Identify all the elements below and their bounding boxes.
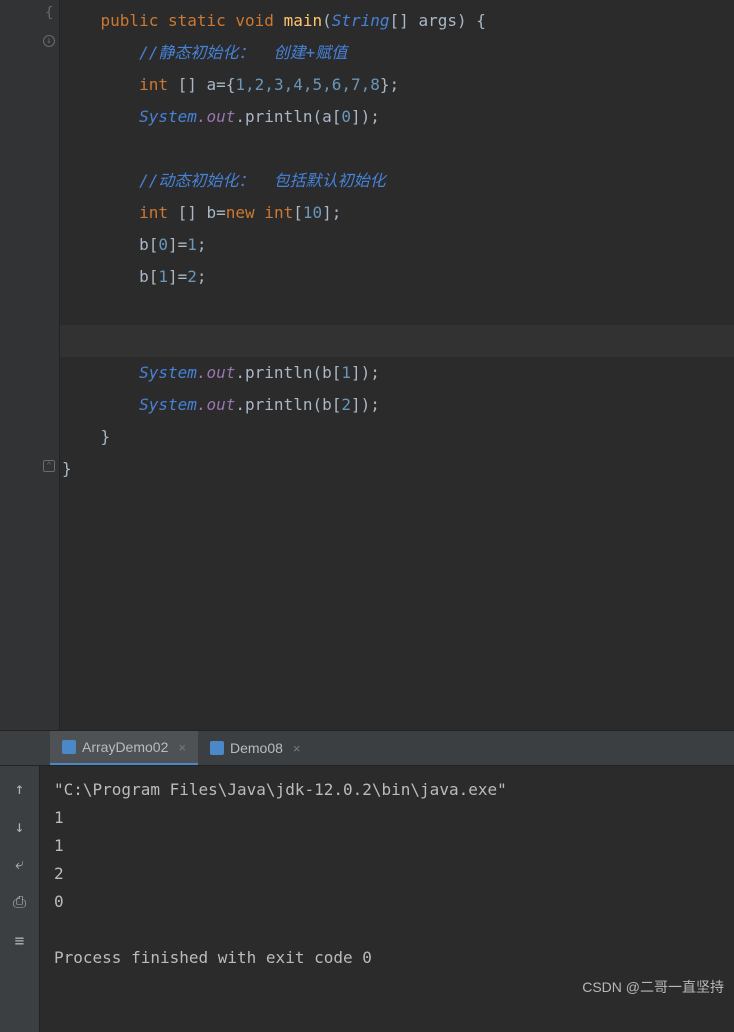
text: .println(b[: [235, 395, 341, 414]
override-icon[interactable]: ↓: [43, 35, 55, 47]
field: .out: [197, 107, 236, 126]
text: ]);: [351, 395, 380, 414]
tab-demo08[interactable]: Demo08 ×: [198, 731, 313, 765]
output-line: 2: [54, 864, 64, 883]
keyword: int: [139, 203, 168, 222]
class-ref: System: [139, 107, 197, 126]
number: 0: [158, 235, 168, 254]
current-line-highlight: [60, 325, 734, 357]
class-ref: System: [139, 395, 197, 414]
class-ref: System: [139, 363, 197, 382]
text: ];: [322, 203, 341, 222]
text: .println(a[: [235, 107, 341, 126]
number: 0: [341, 107, 351, 126]
text: b[: [139, 235, 158, 254]
scroll-up-icon[interactable]: ↑: [8, 776, 32, 800]
fold-open-icon: {: [45, 5, 53, 21]
field: .out: [197, 363, 236, 382]
keyword: int: [139, 75, 168, 94]
number: 2: [341, 395, 351, 414]
field: .out: [197, 395, 236, 414]
text: ]=: [168, 267, 187, 286]
close-icon[interactable]: ×: [178, 740, 186, 755]
number: 10: [303, 203, 322, 222]
text: };: [380, 75, 399, 94]
number: 1: [187, 235, 197, 254]
tab-label: Demo08: [230, 740, 283, 756]
number: 1: [341, 363, 351, 382]
output-line: Process finished with exit code 0: [54, 948, 372, 967]
keyword: int: [255, 203, 294, 222]
text: ]=: [168, 235, 187, 254]
tab-arraydemo02[interactable]: ArrayDemo02 ×: [50, 731, 198, 765]
run-tabs-bar: ArrayDemo02 × Demo08 ×: [0, 730, 734, 766]
code-content[interactable]: public static void main(String[] args) {…: [62, 5, 734, 485]
type: String: [332, 11, 390, 30]
scroll-down-icon[interactable]: ↓: [8, 814, 32, 838]
console-toolbar: ↑ ↓ ⤶ ⎙ ≡: [0, 766, 40, 1032]
output-line: 0: [54, 892, 64, 911]
comment: //静态初始化： 创建+赋值: [139, 43, 347, 62]
code-editor[interactable]: { ↓ ⌃ public static void main(String[] a…: [0, 0, 734, 730]
text: [] a={: [168, 75, 235, 94]
text: [: [293, 203, 303, 222]
text: .println(b[: [235, 363, 341, 382]
output-line: "C:\Program Files\Java\jdk-12.0.2\bin\ja…: [54, 780, 507, 799]
keyword: void: [235, 11, 274, 30]
keyword: new: [226, 203, 255, 222]
keyword: static: [168, 11, 226, 30]
text: [] b=: [168, 203, 226, 222]
close-icon[interactable]: ×: [293, 741, 301, 756]
brace: }: [62, 459, 72, 478]
tab-label: ArrayDemo02: [82, 739, 168, 755]
keyword: public: [101, 11, 159, 30]
watermark: CSDN @二哥一直坚持: [582, 977, 724, 997]
comment: //动态初始化： 包括默认初始化: [139, 171, 386, 190]
text: ;: [197, 267, 207, 286]
number: 1: [158, 267, 168, 286]
text: b[: [139, 267, 158, 286]
text: ]);: [351, 107, 380, 126]
run-config-icon: [210, 741, 224, 755]
fold-close-icon: ⌃: [43, 460, 55, 472]
number: 2: [187, 267, 197, 286]
run-config-icon: [62, 740, 76, 754]
text: ;: [197, 235, 207, 254]
soft-wrap-icon[interactable]: ⤶: [8, 852, 32, 876]
print-icon[interactable]: ⎙: [8, 890, 32, 914]
brace: }: [101, 427, 111, 446]
output-line: 1: [54, 836, 64, 855]
text: ]);: [351, 363, 380, 382]
number: 1,2,3,4,5,6,7,8: [235, 75, 380, 94]
output-line: 1: [54, 808, 64, 827]
gutter: { ↓ ⌃: [0, 0, 60, 730]
clear-icon[interactable]: ≡: [8, 928, 32, 952]
method-name: main: [284, 11, 323, 30]
text: [] args) {: [390, 11, 486, 30]
